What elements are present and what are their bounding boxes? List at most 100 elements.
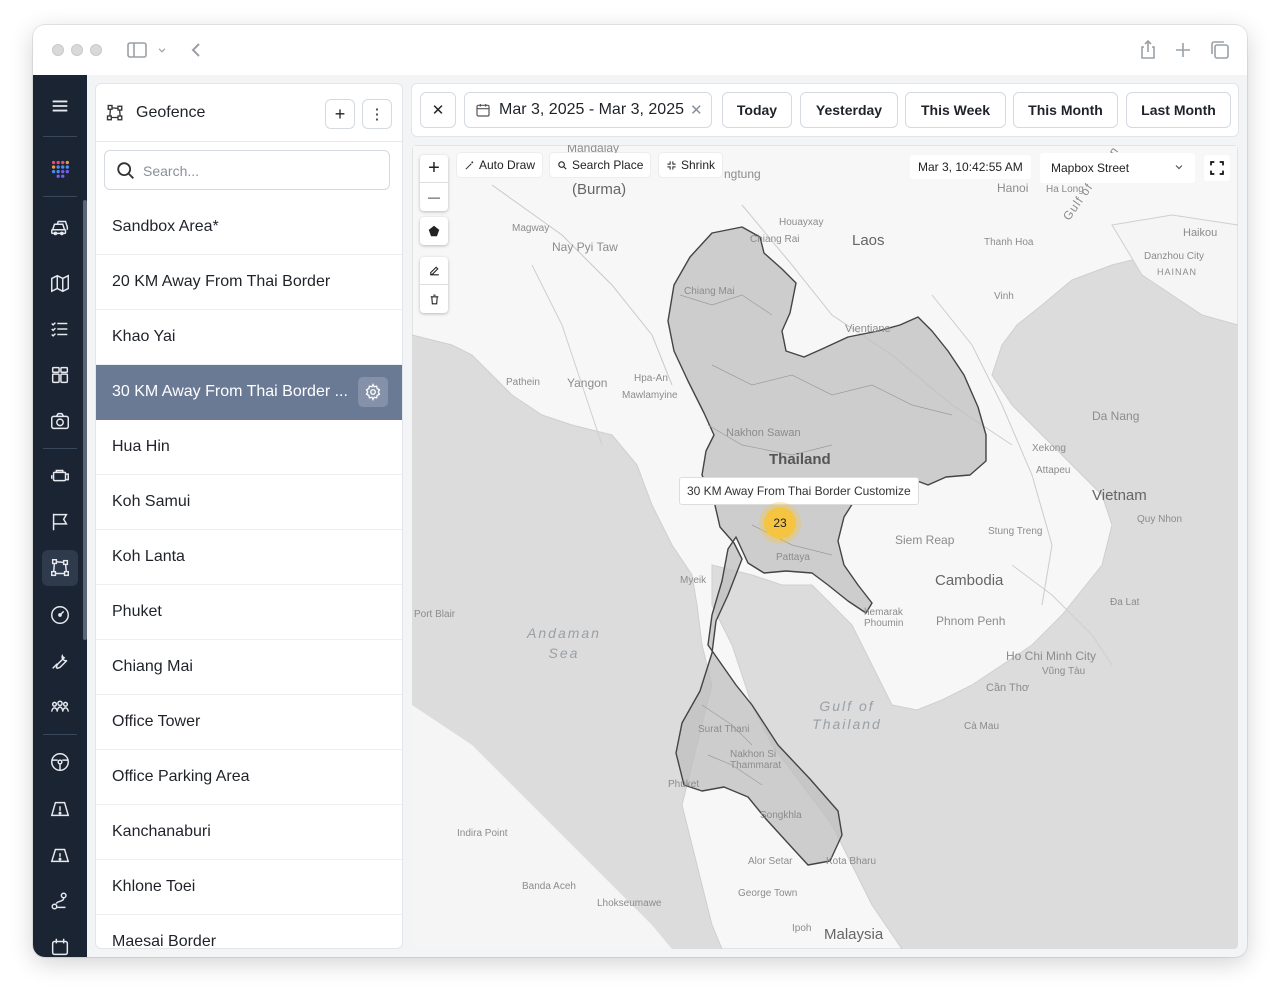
- map-label: Pattaya: [776, 552, 810, 563]
- shrink-button[interactable]: Shrink: [659, 153, 723, 177]
- today-button[interactable]: Today: [722, 92, 792, 128]
- warning-road-icon[interactable]: [42, 791, 78, 827]
- search-icon: [558, 160, 567, 170]
- map-label: Nay Pyi Taw: [552, 240, 618, 254]
- window-minimize-dot[interactable]: [71, 44, 83, 56]
- map-label: Laos: [852, 232, 885, 249]
- this-month-button[interactable]: This Month: [1013, 92, 1118, 128]
- search-place-button[interactable]: Search Place: [550, 153, 651, 177]
- close-button[interactable]: ✕: [420, 92, 456, 128]
- geofence-list-item[interactable]: Khao Yai: [96, 310, 402, 365]
- geofence-list-item[interactable]: Kanchanaburi: [96, 805, 402, 860]
- fullscreen-button[interactable]: [1204, 155, 1230, 181]
- geofence-list: Sandbox Area* 20 KM Away From Thai Border…: [96, 200, 402, 948]
- map-label: Xekong: [1032, 443, 1066, 454]
- map-label: Phuket: [668, 779, 700, 790]
- route-icon[interactable]: [42, 883, 78, 919]
- geofence-list-item[interactable]: Phuket: [96, 585, 402, 640]
- geofence-list-item[interactable]: Khlone Toei: [96, 860, 402, 915]
- geofence-item-label: Kanchanaburi: [112, 823, 211, 840]
- share-icon[interactable]: [1136, 38, 1160, 62]
- window-close-dot[interactable]: [52, 44, 64, 56]
- geofence-panel: Geofence + ⋮ Sandbox Area* 20 KM Away Fro…: [95, 83, 403, 949]
- date-range-picker[interactable]: Mar 3, 2025 - Mar 3, 2025 ✕: [464, 92, 712, 128]
- map-label: Nakhon Sawan: [726, 427, 801, 439]
- sidebar-toggle-icon[interactable]: [125, 38, 149, 62]
- map-icon[interactable]: [42, 265, 78, 301]
- window-maximize-dot[interactable]: [90, 44, 102, 56]
- this-week-button[interactable]: This Week: [905, 92, 1006, 128]
- map-label: Danzhou City: [1144, 251, 1205, 262]
- zoom-in-button[interactable]: +: [420, 155, 448, 183]
- speedometer-icon[interactable]: [42, 597, 78, 633]
- last-month-button[interactable]: Last Month: [1126, 92, 1231, 128]
- geofence-list-item[interactable]: Office Parking Area: [96, 750, 402, 805]
- auto-draw-button[interactable]: Auto Draw: [457, 153, 543, 177]
- shrink-icon: [667, 160, 676, 170]
- fullscreen-icon: [1210, 161, 1224, 175]
- edit-shape-button[interactable]: [420, 257, 448, 285]
- map-label: Vũng Tàu: [1042, 666, 1086, 677]
- nav-scrollbar[interactable]: [83, 200, 87, 640]
- panel-header: Geofence + ⋮: [96, 84, 402, 142]
- map-label: Vientiane: [845, 323, 891, 335]
- nav-divider: [43, 196, 77, 197]
- wrench-icon[interactable]: [42, 643, 78, 679]
- map-label: Cần Thơ: [986, 682, 1030, 694]
- steering-wheel-icon[interactable]: [42, 744, 78, 780]
- map-label: Stung Treng: [988, 526, 1043, 537]
- map-label: Indira Point: [457, 828, 508, 839]
- map-timestamp: Mar 3, 10:42:55 AM: [910, 155, 1031, 179]
- geofence-list-item[interactable]: 30 KM Away From Thai Border ...: [96, 365, 402, 420]
- dashboard-icon[interactable]: [42, 357, 78, 393]
- map-label: Đa Lat: [1110, 597, 1140, 608]
- geofence-list-item[interactable]: Chiang Mai: [96, 640, 402, 695]
- alert-icon[interactable]: [42, 837, 78, 873]
- clear-date-icon[interactable]: ✕: [690, 101, 703, 119]
- zoom-out-button[interactable]: —: [420, 183, 448, 211]
- engine-icon[interactable]: [42, 458, 78, 494]
- new-tab-icon[interactable]: [1171, 38, 1195, 62]
- geofence-list-item[interactable]: 20 KM Away From Thai Border: [96, 255, 402, 310]
- camera-icon[interactable]: [42, 403, 78, 439]
- geofence-item-label: Khlone Toei: [112, 878, 196, 895]
- draw-polygon-button[interactable]: [420, 217, 448, 245]
- map-view[interactable]: (Burma) Mandalay ngtung Laos Hanoi Ha Lo…: [412, 145, 1238, 949]
- geofence-list-item[interactable]: Office Tower: [96, 695, 402, 750]
- date-range-value: Mar 3, 2025 - Mar 3, 2025: [499, 101, 684, 118]
- add-geofence-button[interactable]: +: [325, 99, 355, 129]
- team-icon[interactable]: [42, 689, 78, 725]
- geofence-list-item[interactable]: Koh Samui: [96, 475, 402, 530]
- geofence-list-item[interactable]: Hua Hin: [96, 420, 402, 475]
- vehicle-cluster-marker[interactable]: 23: [764, 507, 796, 539]
- map-label: Mawlamyine: [622, 390, 678, 401]
- map-label: Thailand: [769, 451, 831, 468]
- geofence-icon[interactable]: [42, 550, 78, 586]
- geofence-list-item[interactable]: Koh Lanta: [96, 530, 402, 585]
- back-arrow-icon[interactable]: [185, 38, 209, 62]
- vehicles-icon[interactable]: [42, 209, 78, 245]
- more-options-button[interactable]: ⋮: [362, 99, 392, 129]
- geofence-item-label: Chiang Mai: [112, 658, 193, 675]
- map-label: (Burma): [572, 181, 627, 198]
- geofence-item-label: 30 KM Away From Thai Border ...: [112, 383, 348, 400]
- map-label: Malaysia: [824, 926, 884, 943]
- search-input[interactable]: [143, 159, 373, 183]
- map-label: ngtung: [724, 167, 761, 181]
- search-place-label: Search Place: [572, 158, 644, 172]
- delete-shape-button[interactable]: [420, 285, 448, 313]
- tabs-overview-icon[interactable]: [1208, 38, 1232, 62]
- geofence-list-item[interactable]: Maesai Border: [96, 915, 402, 948]
- gear-icon[interactable]: [358, 377, 388, 407]
- yesterday-button[interactable]: Yesterday: [800, 92, 898, 128]
- calendar-icon[interactable]: [42, 929, 78, 957]
- tasks-list-icon[interactable]: [42, 311, 78, 347]
- map-style-select[interactable]: Mapbox Street: [1040, 153, 1195, 183]
- flag-icon[interactable]: [42, 504, 78, 540]
- chevron-down-icon[interactable]: [155, 38, 169, 62]
- polygon-icon: [428, 225, 440, 237]
- hamburger-menu-icon[interactable]: [42, 88, 78, 124]
- map-label: Kota Bharu: [826, 856, 877, 867]
- geofence-list-item[interactable]: Sandbox Area*: [96, 200, 402, 255]
- app-logo-icon[interactable]: [42, 150, 78, 186]
